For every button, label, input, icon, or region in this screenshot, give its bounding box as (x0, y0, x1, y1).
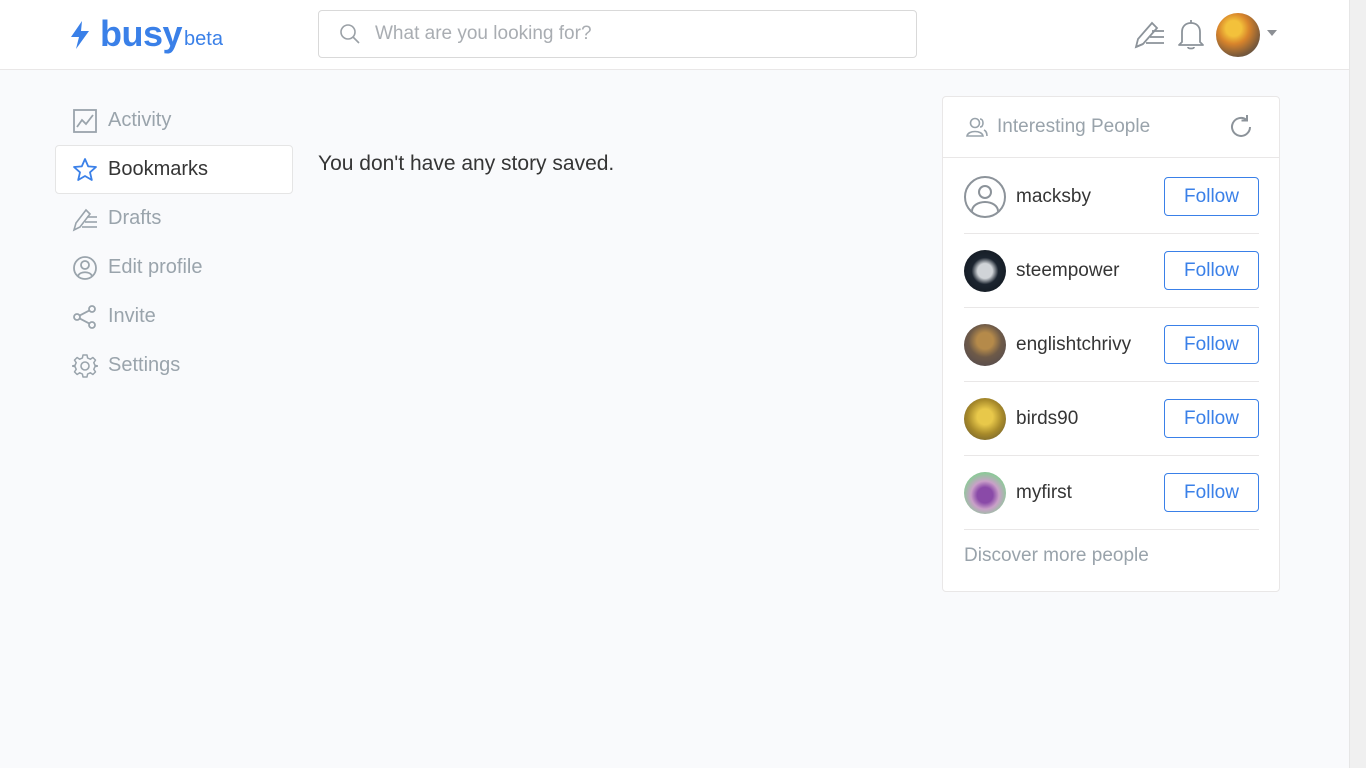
person-name[interactable]: myfirst (1016, 482, 1164, 504)
person-name[interactable]: steempower (1016, 260, 1164, 282)
share-icon (73, 304, 96, 329)
sidebar-item-activity[interactable]: Activity (55, 96, 293, 145)
avatar[interactable] (964, 397, 1006, 440)
person-row: birds90 Follow (964, 382, 1259, 456)
sidebar-item-label: Activity (108, 109, 172, 131)
star-icon (73, 157, 97, 181)
avatar[interactable] (964, 175, 1006, 218)
sidebar-item-bookmarks[interactable]: Bookmarks (55, 145, 293, 194)
sidebar-item-label: Edit profile (108, 256, 203, 278)
avatar[interactable] (964, 323, 1006, 366)
follow-button[interactable]: Follow (1164, 473, 1259, 512)
lightning-icon (71, 21, 89, 49)
follow-button[interactable]: Follow (1164, 251, 1259, 290)
sidebar-item-label: Invite (108, 305, 156, 327)
discover-more-people-link[interactable]: Discover more people (964, 545, 1149, 567)
refresh-icon[interactable] (1227, 113, 1255, 141)
scrollbar[interactable] (1349, 0, 1366, 768)
sidebar-item-invite[interactable]: Invite (55, 292, 293, 341)
search-input[interactable] (375, 23, 855, 45)
person-name[interactable]: englishtchrivy (1016, 334, 1164, 356)
drafts-icon (72, 208, 97, 232)
sidebar-item-label: Settings (108, 354, 181, 376)
gear-icon (72, 353, 98, 378)
activity-icon (73, 108, 97, 133)
write-post-icon[interactable] (1132, 17, 1166, 51)
logo-beta-label: beta (184, 28, 223, 50)
avatar[interactable] (964, 249, 1006, 292)
search-box[interactable] (318, 10, 917, 58)
follow-button[interactable]: Follow (1164, 399, 1259, 438)
avatar[interactable] (964, 471, 1006, 514)
top-navbar: busy beta (0, 0, 1349, 70)
sidebar-item-settings[interactable]: Settings (55, 341, 293, 390)
bell-icon[interactable] (1174, 17, 1208, 51)
logo-text: busy (100, 13, 183, 54)
user-circle-icon (73, 255, 97, 280)
chevron-down-icon[interactable] (1267, 30, 1277, 36)
search-icon (340, 24, 360, 44)
sidebar-item-drafts[interactable]: Drafts (55, 194, 293, 243)
person-row: myfirst Follow (964, 456, 1259, 530)
person-name[interactable]: birds90 (1016, 408, 1164, 430)
empty-bookmarks-message: You don't have any story saved. (318, 152, 615, 175)
person-row: steempower Follow (964, 234, 1259, 308)
follow-button[interactable]: Follow (1164, 325, 1259, 364)
user-avatar[interactable] (1216, 13, 1260, 57)
busy-logo[interactable]: busy beta (68, 14, 223, 54)
sidebar-item-label: Drafts (108, 207, 162, 229)
people-icon (966, 117, 988, 137)
panel-title: Interesting People (997, 116, 1151, 137)
sidebar-nav: Activity Bookmarks Drafts Edit profile I… (55, 96, 293, 390)
interesting-people-panel: Interesting People macksby Follow steemp… (942, 96, 1280, 592)
follow-button[interactable]: Follow (1164, 177, 1259, 216)
sidebar-item-label: Bookmarks (108, 158, 209, 180)
person-row: macksby Follow (964, 160, 1259, 234)
person-row: englishtchrivy Follow (964, 308, 1259, 382)
sidebar-item-edit-profile[interactable]: Edit profile (55, 243, 293, 292)
person-name[interactable]: macksby (1016, 186, 1164, 208)
